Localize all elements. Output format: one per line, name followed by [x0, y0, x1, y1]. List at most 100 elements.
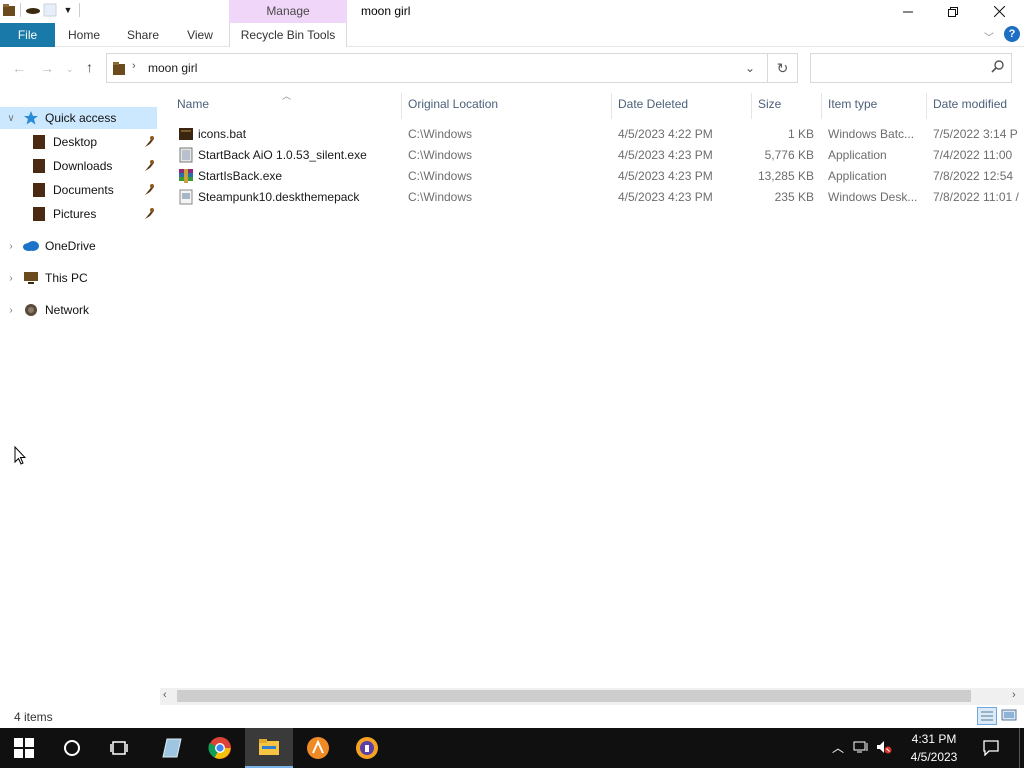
file-size: 1 KB	[787, 127, 814, 141]
restore-button[interactable]	[930, 0, 976, 23]
taskbar-app-chrome[interactable]	[196, 728, 244, 768]
nav-network[interactable]: › Network	[0, 299, 157, 321]
address-dropdown-icon[interactable]: ⌄	[745, 61, 755, 75]
column-header-date-modified[interactable]: Date modified	[933, 97, 1007, 117]
file-list-view: ︿ Name Original Location Date Deleted Si…	[160, 89, 1024, 689]
pin-icon[interactable]	[143, 159, 155, 173]
breadcrumb-item[interactable]: moon girl	[148, 61, 197, 75]
address-bar[interactable]: › moon girl ⌄	[106, 53, 768, 83]
file-original-location: C:\Windows	[408, 127, 473, 141]
nav-label: Downloads	[53, 159, 113, 173]
breadcrumb-separator-icon[interactable]: ›	[132, 60, 136, 72]
volume-muted-icon[interactable]	[876, 740, 892, 757]
file-date-deleted: 4/5/2023 4:22 PM	[618, 127, 713, 141]
forward-icon[interactable]: →	[40, 60, 54, 76]
nav-documents[interactable]: Documents	[0, 179, 157, 201]
tab-home[interactable]: Home	[60, 23, 108, 47]
nav-pictures[interactable]: Pictures	[0, 203, 157, 225]
minimize-button[interactable]	[885, 0, 931, 23]
show-desktop-button[interactable]	[1019, 728, 1024, 768]
file-row[interactable]: StartIsBack.exe C:\Windows 4/5/2023 4:23…	[160, 166, 1024, 187]
search-input[interactable]	[810, 53, 1012, 83]
file-original-location: C:\Windows	[408, 190, 473, 204]
column-header-name[interactable]: Name	[177, 97, 209, 117]
expand-chevron-icon[interactable]: ›	[0, 305, 22, 316]
manage-context-tab[interactable]: Manage	[229, 0, 347, 23]
system-clock[interactable]: 4:31 PM 4/5/2023	[896, 730, 972, 766]
quick-access-toolbar: ▼	[2, 3, 80, 17]
nav-desktop[interactable]: Desktop	[0, 131, 157, 153]
column-divider[interactable]	[926, 93, 927, 119]
column-header-item-type[interactable]: Item type	[828, 97, 877, 117]
properties-icon[interactable]	[25, 3, 40, 17]
scroll-left-icon[interactable]: ‹	[163, 689, 167, 701]
expand-chevron-icon[interactable]: ›	[0, 273, 22, 284]
nav-label: Pictures	[53, 207, 97, 221]
nav-label: Quick access	[45, 111, 117, 125]
file-row[interactable]: StartBack AiO 1.0.53_silent.exe C:\Windo…	[160, 145, 1024, 166]
file-row[interactable]: icons.bat C:\Windows 4/5/2023 4:22 PM 1 …	[160, 124, 1024, 145]
tab-view[interactable]: View	[178, 23, 222, 47]
downloads-folder-icon	[30, 158, 48, 174]
taskbar: ︿ 4:31 PM 4/5/2023	[0, 728, 1024, 768]
search-button[interactable]	[48, 728, 96, 768]
large-icons-view-icon[interactable]	[1001, 708, 1019, 724]
new-folder-icon[interactable]	[43, 3, 57, 17]
nav-onedrive[interactable]: › OneDrive	[0, 235, 157, 257]
nav-this-pc[interactable]: › This PC	[0, 267, 157, 289]
network-status-icon[interactable]	[853, 740, 869, 757]
column-divider[interactable]	[821, 93, 822, 119]
file-explorer-icon	[259, 739, 279, 755]
task-view-icon	[110, 741, 128, 755]
taskbar-app-notepad[interactable]	[148, 728, 196, 768]
taskbar-app-file-explorer[interactable]	[245, 728, 293, 768]
computer-icon	[22, 270, 40, 286]
up-icon[interactable]: ↑	[86, 59, 93, 75]
nav-downloads[interactable]: Downloads	[0, 155, 157, 177]
column-divider[interactable]	[401, 93, 402, 119]
expand-ribbon-icon[interactable]: ﹀	[984, 29, 994, 44]
tab-share[interactable]: Share	[118, 23, 168, 47]
back-icon[interactable]: ←	[12, 60, 26, 76]
tab-recycle-bin-tools[interactable]: Recycle Bin Tools	[229, 23, 347, 47]
taskbar-app-vpn[interactable]	[343, 728, 391, 768]
pin-icon[interactable]	[143, 207, 155, 221]
close-button[interactable]	[976, 0, 1022, 23]
file-date-modified: 7/5/2022 3:14 P	[933, 127, 1018, 141]
expand-chevron-icon[interactable]: ›	[0, 241, 22, 252]
horizontal-scrollbar[interactable]: ‹ ›	[160, 688, 1024, 705]
file-date-modified: 7/8/2022 11:01 /	[933, 190, 1019, 204]
executable-icon	[178, 147, 194, 166]
pin-icon[interactable]	[143, 183, 155, 197]
column-divider[interactable]	[751, 93, 752, 119]
show-hidden-icons-icon[interactable]: ︿	[832, 739, 844, 756]
details-view-icon[interactable]	[977, 707, 997, 725]
nav-label: Network	[45, 303, 90, 317]
file-row[interactable]: Steampunk10.deskthemepack C:\Windows 4/5…	[160, 187, 1024, 208]
nav-quick-access[interactable]: ∨ Quick access	[0, 107, 157, 129]
column-header-size[interactable]: Size	[758, 97, 781, 117]
tab-file[interactable]: File	[0, 23, 55, 47]
taskbar-app-orange[interactable]	[294, 728, 342, 768]
column-header-original-location[interactable]: Original Location	[408, 97, 498, 117]
pin-icon[interactable]	[143, 135, 155, 149]
recycle-bin-icon	[111, 61, 127, 80]
scroll-right-icon[interactable]: ›	[1012, 689, 1016, 701]
task-view-button[interactable]	[96, 728, 144, 768]
recent-locations-icon[interactable]: ⌄	[66, 64, 74, 75]
file-size: 235 KB	[774, 190, 814, 204]
column-divider[interactable]	[611, 93, 612, 119]
refresh-button[interactable]: ↻	[768, 53, 798, 83]
customize-toolbar-icon[interactable]: ▼	[61, 3, 75, 17]
network-icon	[22, 302, 40, 318]
notifications-icon[interactable]	[983, 740, 999, 759]
pictures-folder-icon	[30, 206, 48, 222]
item-count: 4 items	[14, 710, 53, 724]
themepack-icon	[178, 189, 194, 208]
column-header-date-deleted[interactable]: Date Deleted	[618, 97, 688, 117]
search-icon	[991, 60, 1004, 76]
collapse-chevron-icon[interactable]: ∨	[0, 113, 22, 124]
scrollbar-thumb[interactable]	[177, 690, 971, 702]
help-icon[interactable]: ?	[1004, 26, 1020, 42]
start-button[interactable]	[0, 728, 48, 768]
